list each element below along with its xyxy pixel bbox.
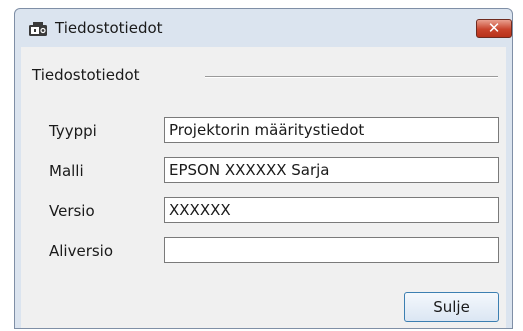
title-bar[interactable]: Tiedostotiedot ✕ — [15, 9, 512, 47]
subversion-label: Aliversio — [49, 242, 114, 260]
version-field[interactable]: XXXXXX — [164, 197, 499, 223]
group-title: Tiedostotiedot — [32, 66, 140, 84]
group-divider — [205, 76, 498, 78]
close-icon: ✕ — [487, 19, 501, 37]
close-window-button[interactable]: ✕ — [476, 19, 512, 38]
window-title: Tiedostotiedot — [55, 19, 163, 37]
type-label: Tyyppi — [49, 122, 97, 140]
model-field[interactable]: EPSON XXXXXX Sarja — [164, 157, 499, 183]
model-label: Malli — [49, 162, 84, 180]
type-field[interactable]: Projektorin määritystiedot — [164, 117, 499, 143]
close-button[interactable]: Sulje — [404, 292, 499, 322]
projector-icon — [28, 21, 48, 38]
dialog-content: Tiedostotiedot Tyyppi Projektorin määrit… — [21, 47, 506, 328]
file-info-dialog: Tiedostotiedot ✕ Tiedostotiedot Tyyppi P… — [14, 8, 513, 329]
version-label: Versio — [49, 202, 95, 220]
subversion-field[interactable] — [164, 237, 499, 263]
